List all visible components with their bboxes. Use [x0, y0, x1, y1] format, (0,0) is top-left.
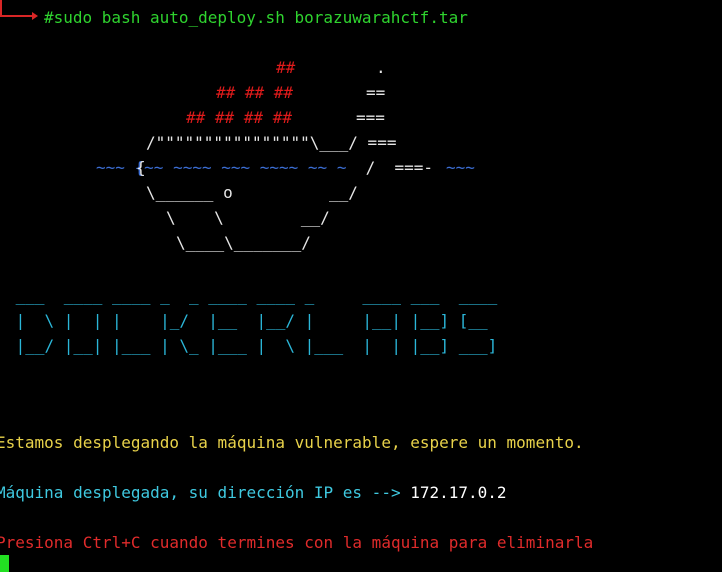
whale-art-row-7: \ \ __/ — [166, 208, 330, 227]
whale-art-waves-right: ~~~ — [446, 158, 475, 177]
banner-line-1: ___ ____ ____ _ _ ____ ____ _ ____ ___ _… — [6, 286, 498, 305]
instruction-message: Presiona Ctrl+C cuando termines con la m… — [0, 533, 594, 552]
command-line: #sudo bash auto_deploy.sh borazuwarahctf… — [44, 8, 468, 27]
whale-art-waves-left: ~~~ {~~ ~~~~ ~~~ ~~~~ ~~ ~ — [96, 158, 347, 177]
prompt-border — [0, 0, 2, 16]
whale-art-brace: { — [136, 158, 146, 177]
whale-art-row-2-eq: == — [366, 83, 386, 102]
deployed-message-prefix: Máquina desplegada, su dirección IP es -… — [0, 483, 401, 502]
prompt-arrow-icon — [32, 12, 38, 20]
whale-art-row-1-dot: . — [376, 58, 386, 77]
deploying-message: Estamos desplegando la máquina vulnerabl… — [0, 433, 584, 452]
whale-art-row-3-eq: === — [356, 108, 385, 127]
whale-art-row-1: ## — [276, 58, 296, 77]
deployed-message: Máquina desplegada, su dirección IP es -… — [0, 480, 507, 505]
whale-art-row-2: ## ## ## — [216, 83, 294, 102]
terminal-cursor — [0, 555, 9, 572]
banner-line-2: | \ | | | |_/ |__ |__/ | |__| |__] [__ — [6, 311, 488, 330]
whale-art-row-3: ## ## ## ## — [186, 108, 292, 127]
banner-line-3: |__/ |__| |___ | \_ |___ | \ |___ | | |_… — [6, 336, 498, 355]
whale-art-row-8: \____\_______/ — [176, 233, 311, 252]
prompt-connector — [0, 15, 32, 17]
ip-address: 172.17.0.2 — [410, 483, 507, 502]
terminal-window[interactable]: #sudo bash auto_deploy.sh borazuwarahctf… — [0, 0, 722, 572]
whale-art-row-6: \______ o __/ — [146, 183, 358, 202]
whale-art-row-4: /""""""""""""""""\___/ === — [146, 133, 397, 152]
whale-art-row-5: / ===- — [356, 158, 443, 177]
